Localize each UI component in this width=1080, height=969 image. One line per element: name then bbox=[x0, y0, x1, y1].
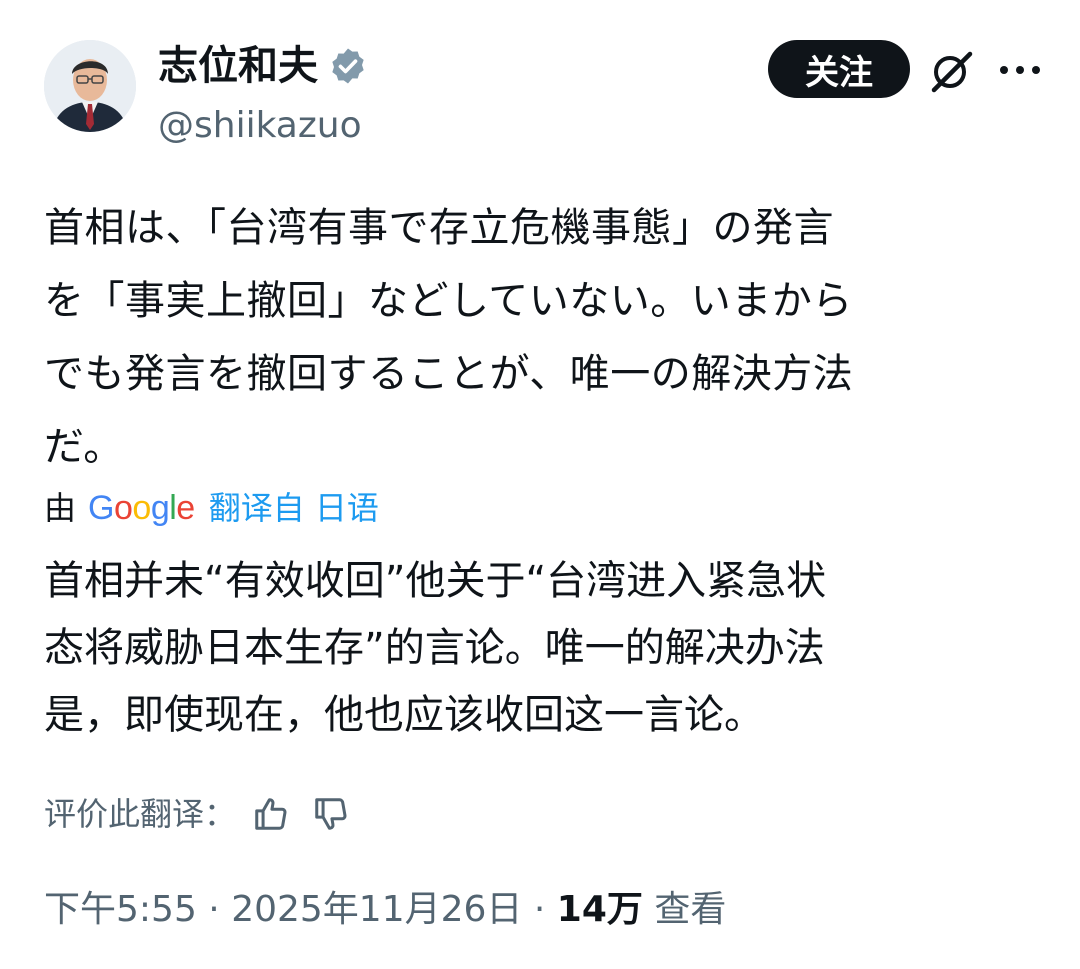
translated-text: 首相并未“有效收回”他关于“台湾进入紧急状 态将威胁日本生存”的言论。唯一的解决… bbox=[44, 548, 1044, 749]
translated-text-line: 态将威胁日本生存”的言论。唯一的解决办法 bbox=[44, 625, 825, 671]
translated-by-label: 由 bbox=[44, 489, 77, 527]
meta-separator: · bbox=[196, 889, 232, 930]
rate-translation-row: 评价此翻译： bbox=[44, 792, 350, 836]
more-icon[interactable] bbox=[994, 52, 1046, 88]
rate-translation-label: 评价此翻译： bbox=[44, 795, 237, 833]
thumbs-up-icon[interactable] bbox=[252, 795, 290, 833]
thumbs-down-icon[interactable] bbox=[312, 795, 350, 833]
translation-attribution: 由 Google 翻译自 日语 bbox=[44, 486, 379, 530]
verified-badge-icon bbox=[332, 48, 364, 84]
tweet-text-line: を「事実上撤回」などしていない。いまから bbox=[44, 278, 853, 324]
views-label: 查看 bbox=[642, 889, 727, 930]
grok-icon[interactable] bbox=[928, 48, 976, 94]
tweet-date[interactable]: 2025年11月26日 bbox=[231, 889, 522, 930]
avatar-photo bbox=[44, 40, 136, 132]
meta-separator: · bbox=[522, 889, 557, 930]
tweet-text-line: でも発言を撤回することが、唯一の解決方法 bbox=[44, 351, 854, 397]
tweet-meta: 下午5:55 · 2025年11月26日 · 14万 查看 bbox=[44, 884, 726, 936]
tweet-time[interactable]: 下午5:55 bbox=[44, 889, 197, 930]
author-display-name[interactable]: 志位和夫 bbox=[158, 40, 318, 92]
avatar[interactable] bbox=[44, 40, 136, 132]
author-handle[interactable]: @shiikazuo bbox=[158, 102, 362, 150]
translated-from-link[interactable]: 翻译自 日语 bbox=[209, 486, 379, 530]
translated-text-line: 首相并未“有效收回”他关于“台湾进入紧急状 bbox=[44, 558, 827, 604]
translated-text-line: 是，即使现在，他也应该收回这一言论。 bbox=[44, 692, 764, 738]
tweet-text-line: 首相は、「台湾有事で存立危機事態」の発言 bbox=[44, 205, 834, 251]
views-count: 14万 bbox=[556, 889, 643, 930]
follow-button[interactable]: 关注 bbox=[768, 40, 910, 98]
google-logo: Google bbox=[88, 489, 195, 527]
tweet-text: 首相は、「台湾有事で存立危機事態」の発言 を「事実上撤回」などしていない。いまか… bbox=[44, 192, 1044, 484]
author-name-row: 志位和夫 bbox=[158, 40, 368, 92]
tweet-text-line: だ。 bbox=[44, 424, 124, 470]
